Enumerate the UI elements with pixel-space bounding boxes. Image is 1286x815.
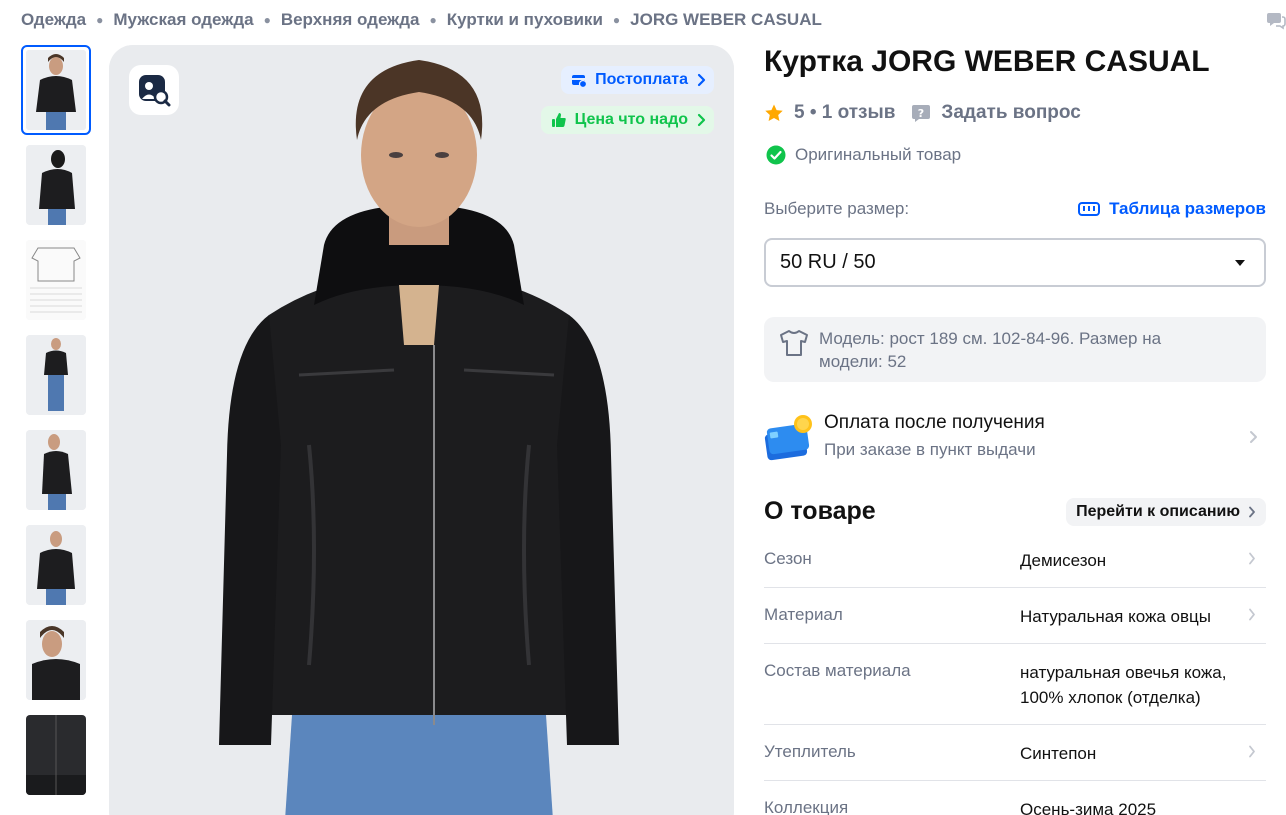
size-label: Выберите размер: xyxy=(764,199,910,218)
jacket-side-thumb-image xyxy=(26,145,86,225)
model-info-text: Модель: рост 189 см. 102-84-96. Размер н… xyxy=(819,329,1162,371)
jacket-model-photo xyxy=(109,45,734,815)
breadcrumb: Одежда ● Мужская одежда ● Верхняя одежда… xyxy=(21,9,822,31)
postpay-badge[interactable]: Постоплата xyxy=(561,66,714,94)
closeup-thumb-image xyxy=(26,620,86,700)
chevron-right-icon xyxy=(1249,506,1255,518)
thumbnail-7[interactable] xyxy=(26,620,86,700)
postpay-label: Постоплата xyxy=(595,71,688,88)
payment-subtitle: При заказе в пункт выдачи xyxy=(824,440,1036,459)
breadcrumb-separator: ● xyxy=(263,13,271,27)
tshirt-icon xyxy=(780,330,808,356)
size-selected-value: 50 RU / 50 xyxy=(780,251,876,273)
ask-question-link[interactable]: Задать вопрос xyxy=(941,102,1080,124)
image-search-icon xyxy=(139,75,171,107)
product-main-image[interactable]: Постоплата Цена что надо xyxy=(109,45,734,815)
spec-label: Сезон xyxy=(764,549,812,568)
breadcrumb-separator: ● xyxy=(96,13,104,27)
spec-value: Демисезон xyxy=(1020,551,1107,570)
thumbnail-2[interactable] xyxy=(26,145,86,225)
chevron-right-icon xyxy=(1249,552,1255,565)
spec-value: Синтепон xyxy=(1020,744,1097,763)
model-info-box: Модель: рост 189 см. 102-84-96. Размер н… xyxy=(764,317,1266,382)
breadcrumb-item-outerwear[interactable]: Верхняя одежда xyxy=(281,10,420,30)
rating-row: 5 • 1 отзыв ? Задать вопрос xyxy=(764,100,1081,126)
thumbnail-6[interactable] xyxy=(26,525,86,605)
side-view-thumb-image xyxy=(26,430,86,510)
chevron-right-icon xyxy=(1249,608,1255,621)
svg-text:?: ? xyxy=(918,107,924,120)
size-table-label: Таблица размеров xyxy=(1109,199,1266,218)
caret-down-icon xyxy=(1235,260,1245,266)
spec-value: Осень-зима 2025 xyxy=(1020,800,1157,815)
thumbnail-4[interactable] xyxy=(26,335,86,415)
full-body-thumb-image xyxy=(26,335,86,415)
spec-row-season[interactable]: Сезон Демисезон xyxy=(764,532,1266,588)
spec-label: Состав материала xyxy=(764,661,911,680)
size-table-link[interactable]: Таблица размеров xyxy=(1078,199,1266,219)
chevron-right-icon xyxy=(697,113,706,127)
postpay-icon xyxy=(572,75,588,88)
thumbnail-3[interactable] xyxy=(26,240,86,320)
breadcrumb-item-brand[interactable]: JORG WEBER CASUAL xyxy=(630,10,822,30)
front-hood-thumb-image xyxy=(26,525,86,605)
good-price-label: Цена что надо xyxy=(574,111,688,128)
payment-title: Оплата после получения xyxy=(824,412,1045,433)
product-title: Куртка JORG WEBER CASUAL xyxy=(764,45,1210,78)
payment-after-receipt-row[interactable]: Оплата после получения При заказе в пунк… xyxy=(764,410,1266,466)
size-select[interactable]: 50 RU / 50 xyxy=(764,238,1266,287)
good-price-badge[interactable]: Цена что надо xyxy=(540,106,714,134)
spec-row-material[interactable]: Материал Натуральная кожа овцы xyxy=(764,588,1266,644)
spec-label: Утеплитель xyxy=(764,742,856,761)
original-label: Оригинальный товар xyxy=(795,145,962,164)
question-icon: ? xyxy=(912,105,931,122)
spec-value: Натуральная кожа овцы xyxy=(1020,607,1211,626)
chevron-right-icon xyxy=(1250,431,1257,443)
payment-cards-icon xyxy=(764,415,812,461)
breadcrumb-item-jackets[interactable]: Куртки и пуховики xyxy=(447,10,603,30)
image-search-button[interactable] xyxy=(129,65,179,115)
go-to-description-button[interactable]: Перейти к описанию xyxy=(1066,498,1266,526)
about-product-heading: О товаре xyxy=(764,497,876,525)
ruler-icon xyxy=(1078,202,1101,216)
spec-row-insulation[interactable]: Утеплитель Синтепон xyxy=(764,725,1266,781)
thumbs-up-icon xyxy=(551,113,566,127)
thumbnail-5[interactable] xyxy=(26,430,86,510)
spec-row-collection: Коллекция Осень-зима 2025 xyxy=(764,781,1266,815)
go-to-description-label: Перейти к описанию xyxy=(1076,503,1240,520)
chevron-right-icon xyxy=(697,73,706,87)
original-product-badge: Оригинальный товар xyxy=(766,144,961,166)
spec-list: Сезон Демисезон Материал Натуральная кож… xyxy=(764,532,1266,815)
spec-label: Материал xyxy=(764,605,843,624)
star-icon xyxy=(765,104,783,121)
chat-icon[interactable] xyxy=(1266,10,1286,30)
rating-reviews-link[interactable]: 5 • 1 отзыв xyxy=(794,102,895,124)
spec-row-composition: Состав материала натуральная овечья кожа… xyxy=(764,644,1266,725)
breadcrumb-separator: ● xyxy=(429,13,437,27)
breadcrumb-item-clothing[interactable]: Одежда xyxy=(21,10,86,30)
breadcrumb-separator: ● xyxy=(612,13,621,27)
breadcrumb-item-mens-clothing[interactable]: Мужская одежда xyxy=(113,10,253,30)
spec-label: Коллекция xyxy=(764,798,849,815)
spec-value: натуральная овечья кожа, 100% хлопок (от… xyxy=(1020,663,1227,707)
thumbnail-8[interactable] xyxy=(26,715,86,795)
check-circle-icon xyxy=(766,145,786,165)
jacket-front-thumb-image xyxy=(26,50,86,130)
size-chart-thumb-image xyxy=(26,240,86,320)
detail-thumb-image xyxy=(26,715,86,795)
thumbnail-1[interactable] xyxy=(21,45,91,135)
chevron-right-icon xyxy=(1249,745,1255,758)
